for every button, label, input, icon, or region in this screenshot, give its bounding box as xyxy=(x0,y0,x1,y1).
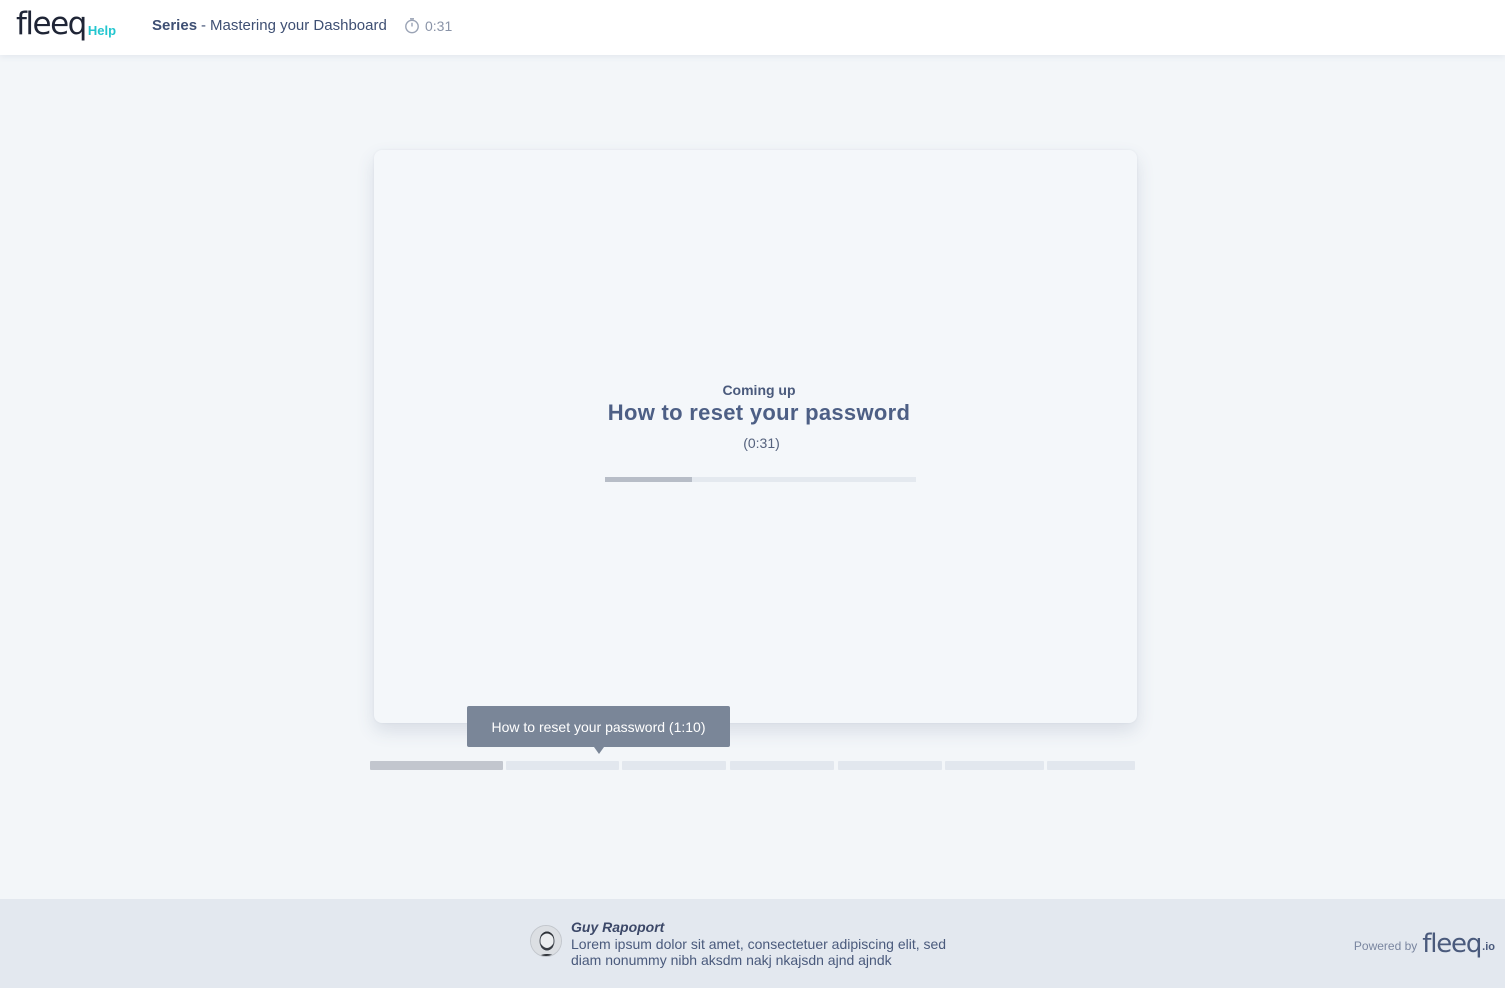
coming-up-duration: (0:31) xyxy=(743,435,780,451)
powered-by-text: Powered by xyxy=(1353,939,1418,953)
top-header: fleeq Help Series - Mastering your Dashboa… xyxy=(0,0,1505,55)
chapter-segment-3[interactable] xyxy=(622,761,726,770)
author-bio: Lorem ipsum dolor sit amet, consectetuer… xyxy=(571,936,947,968)
footer: Guy Rapoport Lorem ipsum dolor sit amet,… xyxy=(0,899,1505,988)
series-title: Mastering your Dashboard xyxy=(210,17,387,34)
chapter-segment-4[interactable] xyxy=(730,761,834,770)
coming-up-title: How to reset your password xyxy=(607,400,911,425)
chapter-tooltip-text: How to reset your password (1:10) xyxy=(491,718,706,735)
series-duration: 0:31 xyxy=(404,17,452,34)
series-separator: - xyxy=(201,17,207,34)
logo-help-label: Help xyxy=(87,23,117,38)
logo-wordmark: fleeq xyxy=(16,6,87,42)
stopwatch-icon xyxy=(405,18,419,34)
chapter-segment-2[interactable] xyxy=(506,761,619,770)
avatar-portrait-icon xyxy=(531,926,561,956)
coming-up-label: Coming up xyxy=(722,382,796,398)
countdown-progress-bar xyxy=(605,477,916,482)
series-breadcrumb: Series - Mastering your Dashboard xyxy=(152,17,387,34)
chapter-segment-5[interactable] xyxy=(838,761,942,770)
chapter-segment-1[interactable] xyxy=(370,761,503,770)
countdown-progress-fill xyxy=(605,477,693,482)
powered-by-suffix: .io xyxy=(1482,941,1495,953)
series-label: Series xyxy=(152,17,198,34)
chapter-tooltip: How to reset your password (1:10) xyxy=(467,706,730,754)
author-name: Guy Rapoport xyxy=(571,919,665,935)
powered-by-logo: fleeq xyxy=(1422,929,1482,959)
duration-text: 0:31 xyxy=(425,17,453,34)
fleeq-help-logo[interactable]: fleeq Help xyxy=(16,6,116,42)
chapter-segment-6[interactable] xyxy=(945,761,1044,770)
powered-by-link[interactable]: Powered by fleeq .io xyxy=(1354,929,1495,959)
chapter-segment-7[interactable] xyxy=(1047,761,1135,770)
video-player[interactable]: Coming up How to reset your password (0:… xyxy=(374,150,1137,723)
author-avatar xyxy=(530,925,562,957)
